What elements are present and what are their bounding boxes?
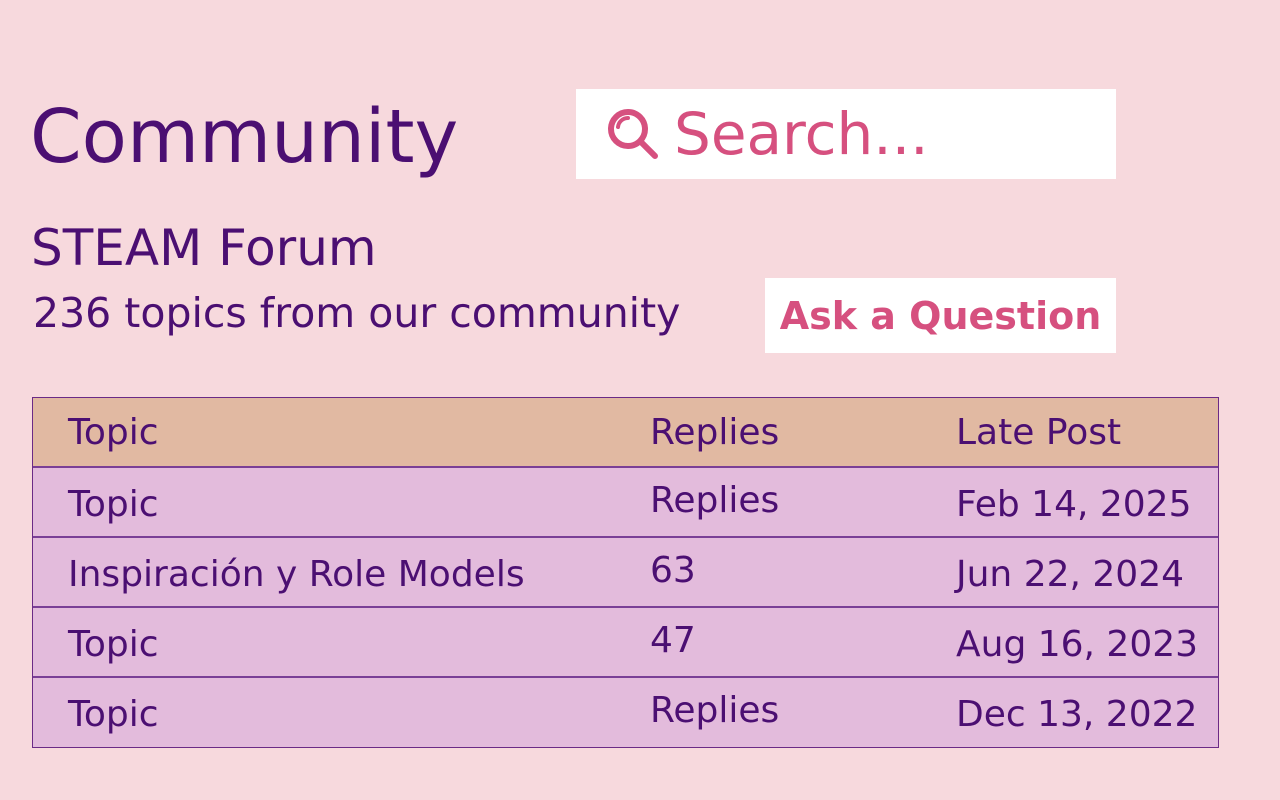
page-title: Community <box>30 94 459 180</box>
replies-cell: Replies <box>650 479 780 521</box>
search-bar[interactable] <box>576 89 1116 179</box>
late-post-cell: Aug 16, 2023 <box>956 623 1199 665</box>
topic-cell[interactable]: Inspiración y Role Models <box>33 554 650 595</box>
topic-cell[interactable]: Topic <box>33 694 650 735</box>
column-header-replies[interactable]: Replies <box>650 412 956 453</box>
column-header-late-post[interactable]: Late Post <box>956 412 1218 453</box>
column-header-topic[interactable]: Topic <box>33 412 650 453</box>
search-input[interactable] <box>674 94 1094 174</box>
late-post-cell: Feb 14, 2025 <box>956 483 1192 525</box>
topic-cell[interactable]: Topic <box>33 484 650 525</box>
table-row[interactable]: Topic 47 Aug 16, 2023 <box>33 608 1218 678</box>
table-row[interactable]: Topic Replies Feb 14, 2025 <box>33 468 1218 538</box>
late-post-cell: Jun 22, 2024 <box>956 553 1185 595</box>
search-icon[interactable] <box>604 106 660 162</box>
forum-title: STEAM Forum <box>31 219 377 277</box>
replies-cell: Replies <box>650 690 780 731</box>
ask-question-button[interactable]: Ask a Question <box>765 278 1116 353</box>
table-header-row: Topic Replies Late Post <box>33 398 1218 468</box>
replies-cell: 63 <box>650 549 696 591</box>
topics-table: Topic Replies Late Post Topic Replies Fe… <box>32 397 1219 748</box>
topic-cell[interactable]: Topic <box>33 624 650 665</box>
table-row[interactable]: Topic Replies Dec 13, 2022 <box>33 678 1218 747</box>
late-post-cell: Dec 13, 2022 <box>956 694 1198 735</box>
topics-count-text: 236 topics from our community <box>33 289 681 337</box>
table-row[interactable]: Inspiración y Role Models 63 Jun 22, 202… <box>33 538 1218 608</box>
replies-cell: 47 <box>650 619 696 661</box>
